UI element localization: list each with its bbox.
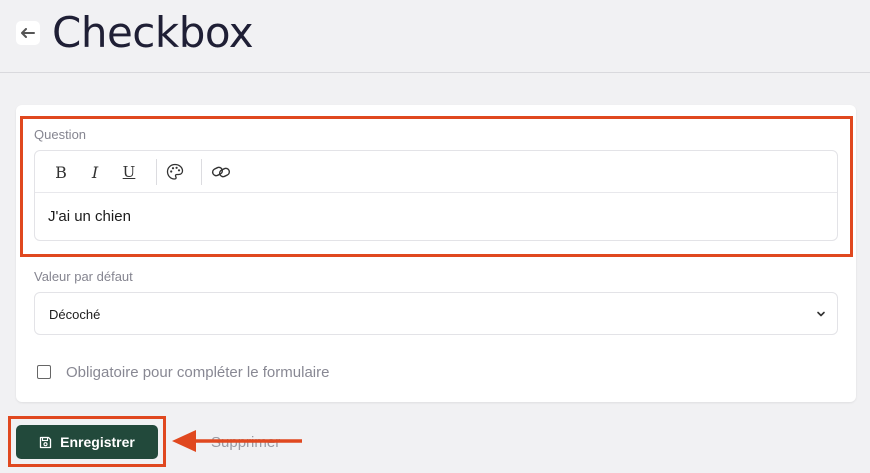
save-button-label: Enregistrer bbox=[60, 434, 135, 450]
save-button[interactable]: Enregistrer bbox=[16, 425, 158, 459]
text-color-button[interactable] bbox=[163, 160, 187, 184]
page-title: Checkbox bbox=[52, 8, 254, 57]
question-text[interactable]: J'ai un chien bbox=[48, 208, 131, 225]
required-checkbox-label[interactable]: Obligatoire pour compléter le formulaire bbox=[66, 364, 329, 381]
toolbar-divider bbox=[156, 159, 157, 185]
bold-icon: B bbox=[55, 162, 67, 182]
arrow-left-icon bbox=[21, 28, 35, 38]
editor-toolbar: B I U bbox=[35, 151, 837, 193]
bold-button[interactable]: B bbox=[49, 160, 73, 184]
default-value-select[interactable]: Décoché bbox=[34, 292, 838, 335]
underline-button[interactable]: U bbox=[117, 160, 141, 184]
palette-icon bbox=[166, 163, 184, 180]
default-value-label: Valeur par défaut bbox=[34, 269, 133, 284]
floppy-disk-icon bbox=[39, 436, 52, 448]
page-header: Checkbox bbox=[0, 0, 870, 73]
insert-link-button[interactable] bbox=[209, 160, 233, 184]
delete-button[interactable]: Supprimer bbox=[211, 434, 280, 451]
question-label: Question bbox=[34, 127, 87, 142]
question-editor[interactable]: B I U J'ai un chien bbox=[34, 150, 838, 241]
required-checkbox[interactable] bbox=[37, 365, 51, 379]
default-value-selected: Décoché bbox=[49, 307, 101, 322]
underline-icon: U bbox=[122, 163, 136, 181]
back-button[interactable] bbox=[16, 21, 40, 45]
toolbar-divider bbox=[201, 159, 202, 185]
italic-button[interactable]: I bbox=[83, 160, 107, 184]
chevron-down-icon bbox=[817, 311, 825, 317]
link-icon bbox=[211, 166, 231, 178]
italic-icon: I bbox=[91, 162, 99, 182]
